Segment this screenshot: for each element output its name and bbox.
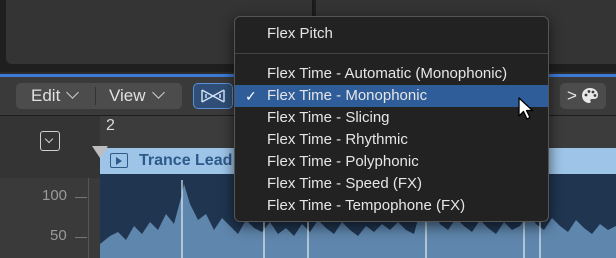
- view-menu-button[interactable]: View: [109, 83, 165, 109]
- checkmark-icon: ✓: [245, 88, 257, 104]
- menu-item-flex-time-polyphonic[interactable]: Flex Time - Polyphonic: [235, 151, 548, 173]
- scale-label-50: 50: [50, 227, 67, 244]
- disclosure-glyph: >: [567, 86, 577, 105]
- segment-divider: [95, 87, 96, 105]
- palette-button[interactable]: >: [560, 83, 606, 109]
- menu-item-flex-time-slicing[interactable]: Flex Time - Slicing: [235, 107, 548, 129]
- menu-item-label: Flex Time - Tempophone (FX): [267, 197, 466, 214]
- scale-tick: [75, 197, 87, 198]
- gutter-divider: [88, 178, 89, 258]
- track-collapse-button[interactable]: [40, 131, 60, 151]
- playhead-marker[interactable]: [92, 146, 108, 158]
- menu-separator: [235, 53, 548, 54]
- menu-item-flex-time-monophonic[interactable]: ✓ Flex Time - Monophonic: [235, 85, 548, 107]
- menu-item-flex-time-speed[interactable]: Flex Time - Speed (FX): [235, 173, 548, 195]
- bar-number: 2: [106, 117, 115, 134]
- menu-item-label: Flex Time - Speed (FX): [267, 175, 423, 192]
- mouse-pointer-icon: [518, 97, 534, 120]
- region-name: Trance Lead: [139, 152, 233, 169]
- menu-item-flex-time-automatic[interactable]: Flex Time - Automatic (Monophonic): [235, 63, 548, 85]
- menu-item-label: Flex Time - Polyphonic: [267, 153, 419, 170]
- region-loop-icon: [110, 153, 128, 168]
- menu-item-label: Flex Time - Monophonic: [267, 87, 428, 104]
- flex-mode-icon: [201, 89, 225, 103]
- edit-view-segment: Edit View: [16, 83, 182, 109]
- edit-menu-button[interactable]: Edit: [31, 83, 80, 109]
- edit-label: Edit: [31, 86, 61, 105]
- scale-tick: [75, 237, 87, 238]
- menu-item-label: Flex Time - Automatic (Monophonic): [267, 65, 508, 82]
- flex-mode-button[interactable]: [193, 83, 233, 109]
- menu-item-flex-time-rhythmic[interactable]: Flex Time - Rhythmic: [235, 129, 548, 151]
- chevron-down-icon: [151, 86, 165, 99]
- menu-item-label: Flex Time - Rhythmic: [267, 131, 408, 148]
- menu-item-label: Flex Time - Slicing: [267, 109, 390, 126]
- menu-item-label: Flex Pitch: [267, 25, 333, 42]
- menu-item-flex-time-tempophone[interactable]: Flex Time - Tempophone (FX): [235, 195, 548, 217]
- chevron-down-icon: [66, 86, 80, 99]
- view-label: View: [109, 86, 146, 105]
- palette-icon: [582, 88, 598, 103]
- menu-item-flex-pitch[interactable]: Flex Pitch: [235, 23, 548, 45]
- flex-mode-menu: Flex Pitch Flex Time - Automatic (Monoph…: [234, 16, 549, 222]
- scale-label-100: 100: [42, 187, 68, 204]
